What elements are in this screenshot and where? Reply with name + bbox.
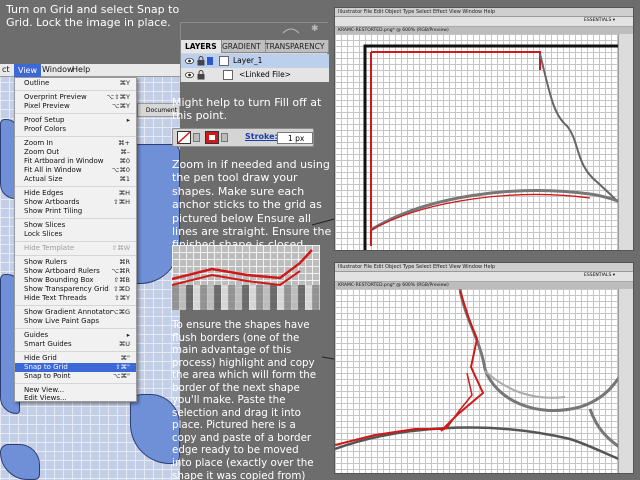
app-titlebar: Illustrator File Edit Object Type Select…: [335, 263, 633, 272]
tools-panel[interactable]: [618, 289, 633, 473]
workspace-switcher[interactable]: ESSENTIALS ▾: [584, 18, 615, 23]
control-toolbar: ESSENTIALS ▾: [335, 272, 633, 282]
illustrator-screenshot-top: Illustrator File Edit Object Type Select…: [334, 7, 634, 251]
app-titlebar: Illustrator File Edit Object Type Select…: [335, 8, 633, 17]
tools-panel[interactable]: [618, 34, 633, 250]
instruction-flush-borders: To ensure the shapes have flush borders …: [172, 319, 317, 480]
document-tab[interactable]: KRAMC-RESTORTED.png* @ 600% (RGB/Preview…: [335, 27, 633, 34]
workspace-switcher[interactable]: ESSENTIALS ▾: [584, 273, 615, 278]
illustrator-screenshot-bottom: Illustrator File Edit Object Type Select…: [334, 262, 634, 474]
document-tab[interactable]: KRAMC-RESTORTED.png* @ 600% (RGB/Preview…: [335, 282, 633, 289]
grid-snippet-example: [172, 245, 320, 310]
control-toolbar: ESSENTIALS ▾: [335, 17, 633, 27]
artboard-canvas[interactable]: [335, 289, 633, 473]
artboard-canvas[interactable]: [335, 34, 633, 250]
